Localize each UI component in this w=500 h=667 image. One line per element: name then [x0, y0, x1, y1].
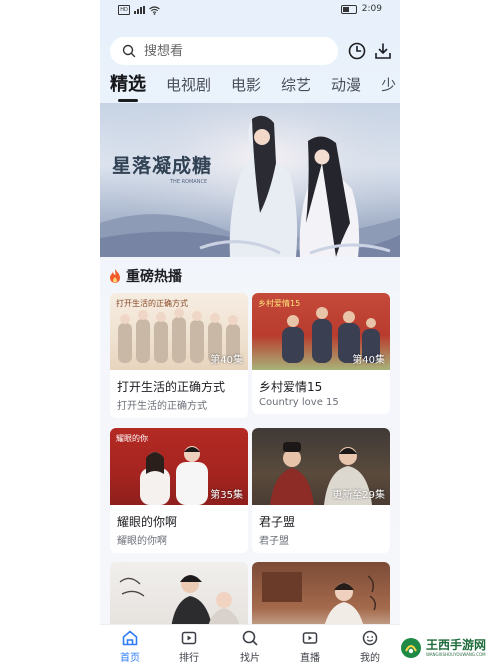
show-card[interactable]: 打开生活的正确方式 第40集 打开生活的正确方式 打开生活的正确方式 — [110, 293, 248, 418]
profile-icon — [362, 630, 378, 646]
show-description: Country love 15 — [259, 397, 339, 408]
category-tabs: 精选 电视剧 电影 综艺 动漫 少 — [110, 74, 400, 102]
show-title: 耀眼的你啊 — [117, 515, 178, 529]
show-title: 乡村爱情15 — [259, 380, 323, 394]
watermark-subtext: WANGXISHOUYOUWANG.COM — [426, 652, 486, 657]
sim-icon: HD — [118, 5, 130, 15]
nav-label: 排行 — [179, 653, 199, 664]
nav-label: 找片 — [240, 653, 260, 664]
tab-anime[interactable]: 动漫 — [331, 74, 361, 96]
home-icon — [122, 630, 138, 646]
episode-badge: 第35集 — [210, 490, 243, 501]
show-description: 打开生活的正确方式 — [117, 401, 207, 412]
nav-label: 首页 — [120, 653, 140, 664]
bottom-nav: 首页 排行 找片 直播 我的 — [100, 624, 400, 667]
search-icon — [122, 44, 136, 58]
watermark-logo-icon — [401, 638, 421, 658]
banner-title: 星落凝成糖 — [112, 155, 213, 177]
show-card[interactable]: 乡村爱情15 第40集 乡村爱情15 Country love 15 — [252, 293, 390, 414]
nav-label: 我的 — [360, 653, 380, 664]
tab-movies[interactable]: 电影 — [231, 74, 261, 96]
show-poster: 更新至29集 — [252, 428, 390, 505]
show-card[interactable]: 耀眼的你 第35集 耀眼的你啊 耀眼的你啊 — [110, 428, 248, 553]
show-description: 耀眼的你啊 — [117, 536, 167, 547]
tab-tv-series[interactable]: 电视剧 — [166, 74, 211, 96]
battery-icon — [340, 4, 357, 14]
fire-icon — [110, 269, 120, 283]
ranking-icon — [181, 631, 197, 645]
find-icon — [242, 630, 258, 646]
site-watermark: 王西手游网 WANGXISHOUYOUWANG.COM — [396, 633, 494, 663]
nav-profile[interactable]: 我的 — [346, 629, 394, 664]
banner-subtitle: THE ROMANCE — [170, 179, 208, 185]
app-screen: HD 2:09 精选 电视剧 电影 综艺 动漫 少 — [100, 0, 400, 667]
show-poster: 耀眼的你 第35集 — [110, 428, 248, 505]
download-icon[interactable] — [373, 41, 393, 61]
section-header: 重磅热播 — [108, 266, 182, 286]
status-bar: HD 2:09 — [100, 0, 400, 20]
nav-home[interactable]: 首页 — [106, 629, 154, 664]
wifi-icon — [149, 5, 160, 15]
show-card[interactable]: 更新至29集 君子盟 君子盟 — [252, 428, 390, 553]
episode-badge: 更新至29集 — [332, 490, 385, 501]
show-title: 打开生活的正确方式 — [117, 380, 226, 394]
hero-banner[interactable]: 星落凝成糖 THE ROMANCE — [100, 103, 400, 257]
section-title: 重磅热播 — [126, 269, 182, 285]
tab-featured[interactable]: 精选 — [110, 74, 146, 102]
live-icon — [302, 632, 318, 644]
nav-ranking[interactable]: 排行 — [165, 629, 213, 664]
poster-caption: 打开生活的正确方式 — [116, 299, 188, 308]
show-poster: 打开生活的正确方式 第40集 — [110, 293, 248, 370]
poster-caption: 乡村爱情15 — [258, 299, 301, 308]
signal-icon — [134, 6, 145, 14]
tab-variety[interactable]: 综艺 — [281, 74, 311, 96]
tab-kids[interactable]: 少 — [381, 74, 396, 96]
nav-live[interactable]: 直播 — [286, 629, 334, 664]
search-bar[interactable] — [110, 37, 338, 65]
nav-find[interactable]: 找片 — [226, 629, 274, 664]
poster-caption: 耀眼的你 — [116, 434, 148, 443]
search-input[interactable] — [142, 42, 316, 60]
history-icon[interactable] — [347, 41, 367, 61]
show-description: 君子盟 — [259, 536, 289, 547]
status-left: HD — [118, 5, 160, 15]
banner-artwork — [100, 103, 400, 257]
episode-badge: 第40集 — [210, 355, 243, 366]
nav-label: 直播 — [300, 653, 320, 664]
show-poster: 乡村爱情15 第40集 — [252, 293, 390, 370]
show-title: 君子盟 — [259, 515, 296, 529]
status-time: 2:09 — [361, 4, 382, 14]
episode-badge: 第40集 — [352, 355, 385, 366]
watermark-text: 王西手游网 — [426, 638, 487, 652]
status-right: 2:09 — [340, 4, 382, 14]
